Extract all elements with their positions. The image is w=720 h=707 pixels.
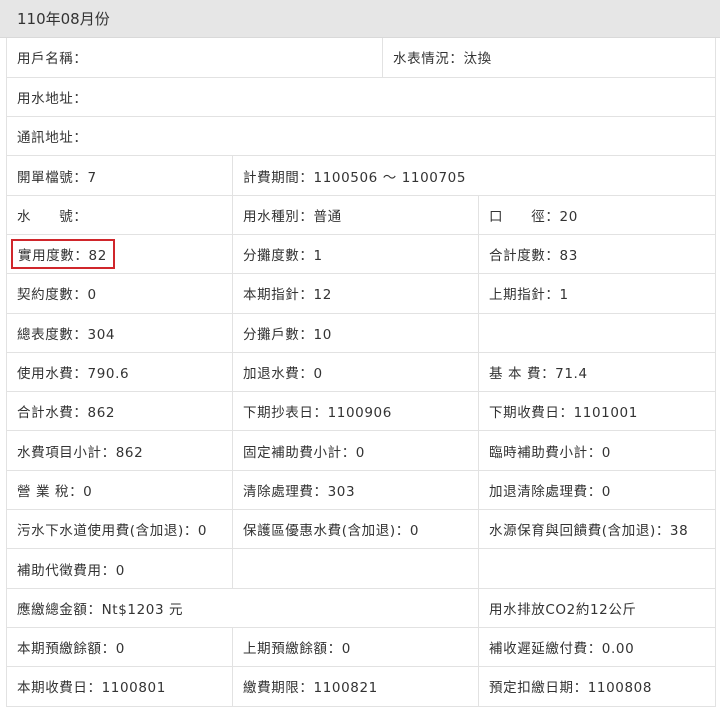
empty-cell (477, 312, 717, 353)
fixed-subsidy-subtotal-cell: 固定補助費小計：0 (232, 430, 479, 471)
meter-status-cell: 水表情況：汰換 (381, 38, 717, 78)
table-row: 水費項目小計：862 固定補助費小計：0 臨時補助費小計：0 (6, 430, 717, 471)
next-reading-date-cell: 下期抄表日：1100906 (232, 391, 479, 432)
usage-type-cell: 用水種別：普通 (232, 194, 479, 235)
previous-reading-cell: 上期指針：1 (477, 273, 717, 314)
base-fee-cell: 基 本 費：71.4 (477, 351, 717, 393)
table-row: 用水地址： (5, 76, 717, 118)
adjusted-water-fee-cell: 加退水費：0 (232, 351, 479, 393)
late-fee-cell: 補收遲延繳付費：0.00 (477, 626, 717, 668)
table-row: 使用水費：790.6 加退水費：0 基 本 費：71.4 (6, 351, 717, 393)
table-row: 營 業 稅：0 清除處理費：303 加退清除處理費：0 (6, 469, 717, 511)
subsidy-collection-cell: 補助代徵費用：0 (6, 548, 233, 589)
water-address-cell: 用水地址： (5, 76, 717, 118)
adjusted-cleanup-fee-cell: 加退清除處理費：0 (477, 469, 717, 511)
empty-cell (477, 548, 717, 589)
contract-usage-cell: 契約度數：0 (6, 273, 233, 314)
cleanup-fee-cell: 清除處理費：303 (232, 469, 479, 511)
shared-households-cell: 分攤戶數：10 (232, 312, 479, 353)
table-row: 實用度數：82 分攤度數：1 合計度數：83 (6, 233, 717, 275)
total-amount-due-cell: 應繳總金額：Nt$1203 元 (6, 587, 479, 628)
actual-usage-cell: 實用度數：82 (6, 233, 233, 275)
table-row: 應繳總金額：Nt$1203 元 用水排放CO2約12公斤 (6, 587, 717, 628)
water-conservation-fee-cell: 水源保育與回饋費(含加退)：38 (477, 509, 717, 550)
table-row: 水 號： 用水種別：普通 口 徑：20 (6, 194, 717, 235)
table-row: 本期收費日：1100801 繳費期限：1100821 預定扣繳日期：110080… (6, 666, 717, 707)
table-row: 契約度數：0 本期指針：12 上期指針：1 (6, 273, 717, 314)
business-tax-cell: 營 業 稅：0 (6, 469, 233, 511)
sewer-fee-cell: 污水下水道使用費(含加退)：0 (6, 509, 233, 550)
table-row: 用戶名稱： 水表情況：汰換 (6, 38, 717, 78)
total-water-fee-cell: 合計水費：862 (6, 391, 233, 432)
protected-area-discount-cell: 保護區優惠水費(含加退)：0 (232, 509, 479, 550)
water-fee-cell: 使用水費：790.6 (6, 351, 233, 393)
current-payment-date-cell: 本期收費日：1100801 (6, 666, 233, 707)
co2-emission-cell: 用水排放CO2約12公斤 (477, 587, 717, 628)
table-row: 本期預繳餘額：0 上期預繳餘額：0 補收遲延繳付費：0.00 (6, 626, 717, 668)
next-billing-date-cell: 下期收費日：1101001 (477, 391, 717, 432)
master-meter-usage-cell: 總表度數：304 (6, 312, 233, 353)
previous-prepaid-balance-cell: 上期預繳餘額：0 (232, 626, 479, 668)
shared-usage-cell: 分攤度數：1 (232, 233, 479, 275)
table-row: 補助代徵費用：0 (6, 548, 717, 589)
table-row: 開單檔號：7 計費期間：1100506 ～ 1100705 (6, 155, 717, 196)
water-items-subtotal-cell: 水費項目小計：862 (6, 430, 233, 471)
table-row: 污水下水道使用費(含加退)：0 保護區優惠水費(含加退)：0 水源保育與回饋費(… (6, 509, 717, 550)
table-row: 通訊地址： (5, 116, 717, 157)
table-row: 合計水費：862 下期抄表日：1100906 下期收費日：1101001 (6, 391, 717, 432)
payment-deadline-cell: 繳費期限：1100821 (232, 666, 479, 707)
billing-period-cell: 計費期間：1100506 ～ 1100705 (231, 155, 717, 196)
bill-month-title: 110年08月份 (17, 10, 110, 28)
bill-detail-table: 用戶名稱： 水表情況：汰換 用水地址： 通訊地址： 開單檔號：7 計費期間：11… (5, 38, 717, 707)
current-reading-cell: 本期指針：12 (232, 273, 479, 314)
table-row: 總表度數：304 分攤戶數：10 (6, 312, 717, 353)
temporary-subsidy-subtotal-cell: 臨時補助費小計：0 (477, 430, 717, 471)
meter-diameter-cell: 口 徑：20 (477, 194, 717, 235)
actual-usage-highlight: 實用度數：82 (11, 239, 115, 270)
empty-cell (232, 548, 479, 589)
scheduled-debit-date-cell: 預定扣繳日期：1100808 (477, 666, 717, 707)
bill-panel: 110年08月份 用戶名稱： 水表情況：汰換 用水地址： 通訊地址： 開單檔號：… (0, 0, 720, 707)
current-prepaid-balance-cell: 本期預繳餘額：0 (6, 626, 233, 668)
water-number-cell: 水 號： (6, 194, 233, 235)
bill-month-header: 110年08月份 (0, 0, 720, 38)
account-name-cell: 用戶名稱： (6, 38, 383, 78)
total-usage-cell: 合計度數：83 (477, 233, 717, 275)
billing-file-number-cell: 開單檔號：7 (6, 155, 233, 196)
mailing-address-cell: 通訊地址： (5, 116, 717, 157)
